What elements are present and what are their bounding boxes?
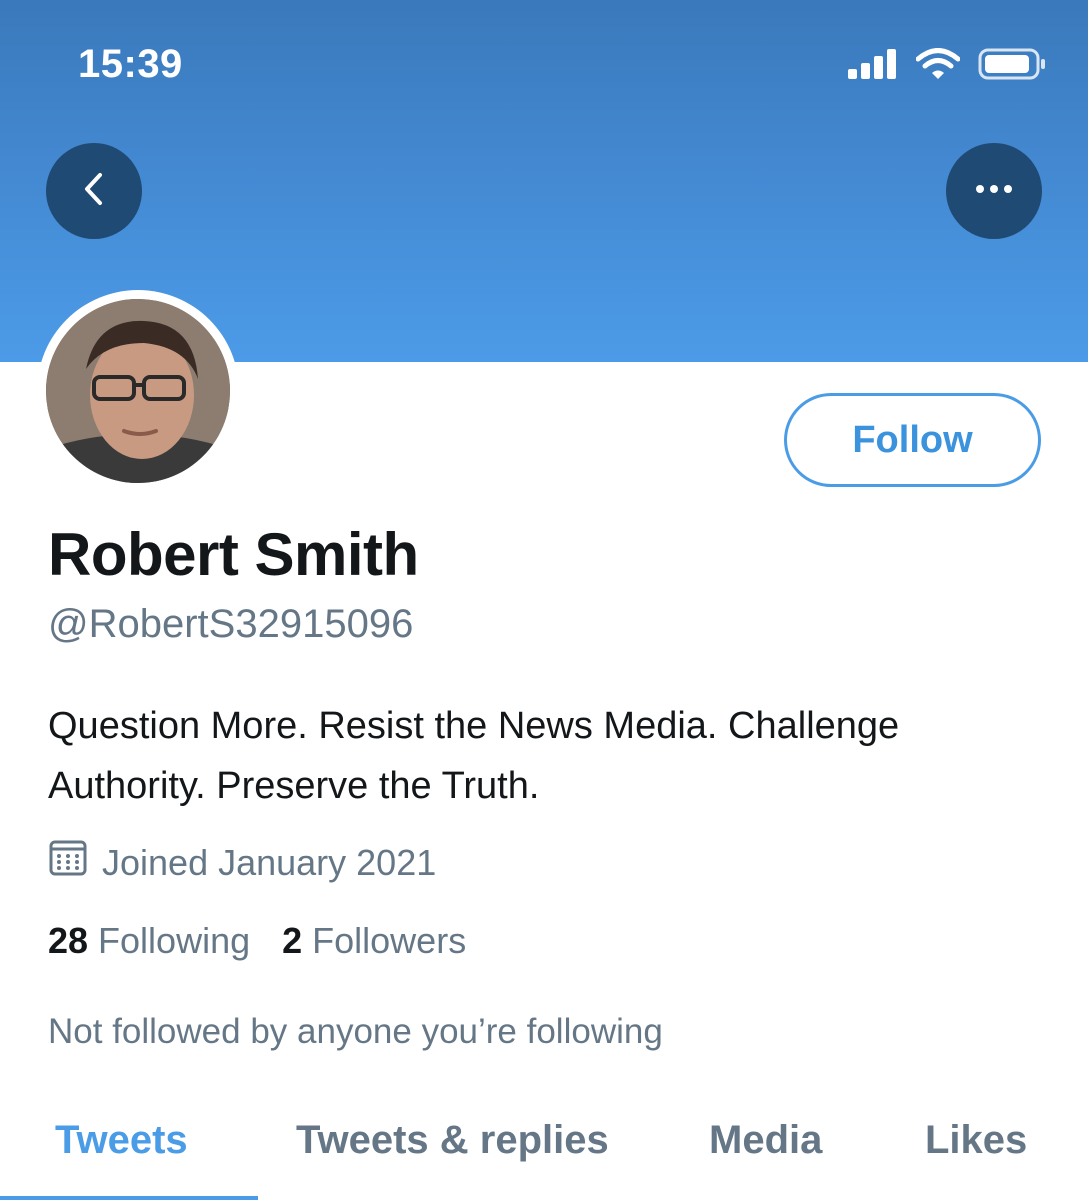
followers-stat[interactable]: 2 Followers	[282, 920, 466, 962]
more-options-button[interactable]	[946, 143, 1042, 239]
profile-handle: @RobertS32915096	[48, 602, 414, 646]
chevron-left-icon	[79, 169, 109, 214]
tab-likes[interactable]: Likes	[925, 1118, 1027, 1163]
following-stat[interactable]: 28 Following	[48, 920, 250, 962]
wifi-icon	[915, 48, 961, 85]
cellular-signal-icon	[848, 49, 898, 84]
profile-name: Robert Smith	[48, 521, 419, 588]
followers-label: Followers	[312, 920, 467, 961]
profile-bio: Question More. Resist the News Media. Ch…	[48, 705, 900, 807]
back-button[interactable]	[46, 143, 142, 239]
follow-button[interactable]: Follow	[784, 393, 1041, 487]
mutual-followers-note: Not followed by anyone you’re following	[48, 1012, 663, 1051]
follow-stats: 28 Following 2 Followers	[48, 920, 498, 962]
profile-screen: 15:39 Follow Robert Smith @RobertS329150…	[0, 0, 1088, 1200]
active-tab-indicator	[0, 1196, 258, 1200]
tab-media[interactable]: Media	[709, 1118, 822, 1163]
following-count: 28	[48, 920, 89, 961]
avatar-frame[interactable]	[37, 290, 239, 492]
status-time: 15:39	[78, 42, 183, 86]
battery-icon	[978, 48, 1048, 85]
profile-tabs: Tweets Tweets & replies Media Likes	[0, 1110, 1088, 1200]
more-horizontal-icon	[974, 182, 1014, 200]
joined-label: Joined January 2021	[102, 841, 437, 883]
following-label: Following	[98, 920, 251, 961]
followers-count: 2	[282, 920, 303, 961]
joined-date: Joined January 2021	[48, 838, 436, 887]
tab-tweets-and-replies[interactable]: Tweets & replies	[296, 1118, 609, 1163]
tab-tweets[interactable]: Tweets	[55, 1118, 188, 1163]
status-icons	[848, 48, 1048, 85]
calendar-icon	[48, 838, 88, 887]
avatar	[46, 299, 230, 483]
